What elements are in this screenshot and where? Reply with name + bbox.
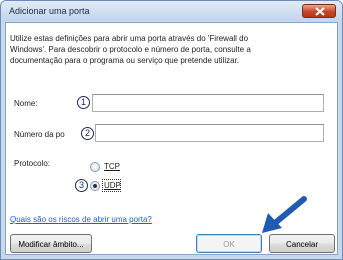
callout-2-badge: 2 [81,127,94,140]
tcp-label: TCP [104,162,120,171]
callout-3-badge: 3 [75,179,88,192]
name-label: Nome: [14,99,38,108]
pointer-arrow-icon [262,196,307,233]
name-input[interactable] [92,94,324,112]
port-number-input[interactable] [95,124,324,142]
tcp-radio[interactable] [90,162,100,172]
modify-scope-button[interactable]: Modificar âmbito... [10,234,92,253]
window-title: Adicionar uma porta [9,6,90,16]
dialog-body: Utilize estas definições para abrir uma … [5,22,338,255]
ok-button[interactable]: OK [196,234,262,253]
protocol-label: Protocolo: [14,159,51,168]
add-port-dialog: Adicionar uma porta Utilize estas defini… [0,0,343,260]
risk-help-link[interactable]: Quais são os riscos de abrir uma porta? [10,215,152,224]
udp-label: UDP [104,181,121,190]
title-bar[interactable]: Adicionar uma porta [1,1,342,21]
intro-text: Utilize estas definições para abrir uma … [10,34,251,65]
close-button[interactable] [302,4,336,18]
close-icon [315,7,325,16]
udp-radio[interactable] [90,181,100,191]
port-number-label: Número da po [14,130,65,139]
callout-1-badge: 1 [77,96,90,109]
